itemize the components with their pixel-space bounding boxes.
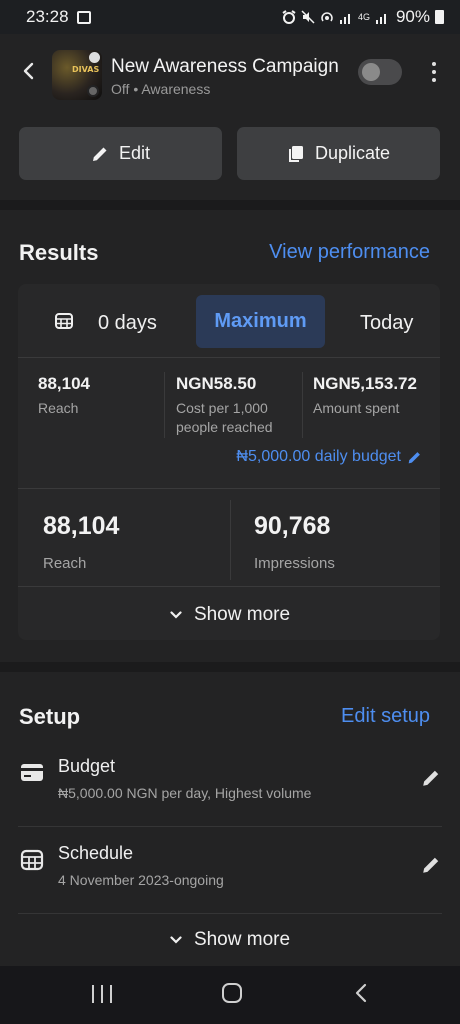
network-type: 4G [357,12,370,22]
divider [18,488,440,489]
edit-button[interactable]: Edit [19,127,222,180]
metric-value: NGN58.50 [176,374,257,393]
home-icon[interactable] [222,983,242,1003]
pencil-icon [408,451,420,463]
status-icons: 4G 90% [282,7,444,27]
daily-budget-link[interactable]: ₦5,000.00 daily budget [236,448,422,466]
separator: • [133,81,139,97]
card-icon [21,764,43,781]
metric-label: Amount spent [313,400,400,416]
campaign-objective: Awareness [141,81,211,97]
recent-apps-icon[interactable] [92,985,112,1003]
setup-item-budget[interactable]: Budget ₦5,000.00 NGN per day, Highest vo… [0,740,460,827]
battery-percent: 90% [395,7,430,26]
toggle-knob [362,63,380,81]
setup-item-schedule[interactable]: Schedule 4 November 2023-ongoing [0,827,460,914]
hotspot-icon [321,12,333,22]
setup-show-more-button[interactable]: Show more [0,929,460,951]
campaign-status: Off [111,81,130,97]
metric-value: 88,104 [38,374,90,393]
campaign-name: New Awareness Campaign [111,56,339,77]
campaign-toggle[interactable] [358,59,402,85]
back-arrow-icon[interactable] [17,59,41,83]
big-metric-label: Reach [43,555,87,572]
metric-value: NGN5,153.72 [313,374,417,393]
divider [18,586,440,587]
big-metric-reach: 88,104 Reach [43,512,119,572]
calendar-icon [20,849,44,871]
divider [230,500,231,580]
setup-item-title: Budget [58,756,116,776]
system-navigation-bar [0,966,460,1024]
date-range-selector: 0 days Maximum Today [18,284,440,358]
setup-section: Setup Edit setup Budget ₦5,000.00 NGN pe… [0,672,460,966]
signal-icon [375,14,386,24]
badge-icon [89,52,100,63]
battery-icon [435,10,444,24]
duplicate-button[interactable]: Duplicate [237,127,440,180]
campaign-thumbnail: DIVAS [52,50,102,100]
status-bar: 23:28 4G 90% [0,0,460,34]
image-notification-icon [76,10,91,24]
big-metric-impressions: 90,768 Impressions [254,512,335,572]
thumbnail-label: DIVAS [72,65,100,74]
campaign-header: DIVAS New Awareness Campaign Off • Aware… [0,34,460,200]
metric-label: Cost per 1,000 people reached [176,400,273,435]
big-metric-value: 88,104 [43,512,120,540]
chevron-down-icon [170,611,182,619]
edit-setup-link[interactable]: Edit setup [341,705,430,728]
view-performance-link[interactable]: View performance [269,241,430,264]
back-icon[interactable] [352,982,370,1004]
campaign-subtitle: Off • Awareness [111,81,210,97]
signal-icon [339,14,350,24]
big-metric-label: Impressions [254,555,335,572]
results-card: 0 days Maximum Today 88,104 Reach NGN58.… [18,284,440,640]
date-option-maximum[interactable]: Maximum [196,295,325,348]
setup-title: Setup [19,704,81,729]
results-show-more-button[interactable]: Show more [0,604,460,626]
big-metric-value: 90,768 [254,512,331,540]
show-more-label: Show more [193,929,291,950]
alarm-icon [282,10,296,24]
setup-item-title: Schedule [58,843,134,863]
metric-label: Reach [38,400,79,416]
mute-icon [301,10,315,24]
daily-budget-label: ₦5,000.00 daily budget [236,448,401,465]
metric-reach: 88,104 Reach [38,374,168,418]
divider [18,913,442,914]
show-more-label: Show more [193,604,291,625]
results-title: Results [19,240,99,265]
setup-item-detail: ₦5,000.00 NGN per day, Highest volume [58,785,312,801]
status-dot-icon [87,85,99,97]
chevron-down-icon [170,936,182,944]
edit-label: Edit [118,143,151,163]
setup-item-detail: 4 November 2023-ongoing [58,872,224,888]
date-option-days[interactable]: 0 days [98,312,157,335]
results-section: Results View performance 0 days Maximum … [0,210,460,662]
clock: 23:28 [26,7,69,26]
divider [164,372,165,438]
pencil-icon[interactable] [421,855,441,875]
date-option-today[interactable]: Today [360,312,413,335]
duplicate-label: Duplicate [314,143,391,163]
pencil-icon[interactable] [421,768,441,788]
more-options-icon[interactable] [422,59,446,85]
metric-cpm: NGN58.50 Cost per 1,000 people reached [176,374,301,437]
calendar-icon[interactable] [55,313,73,329]
pencil-icon [92,147,107,161]
duplicate-icon [288,145,303,162]
metric-amount-spent: NGN5,153.72 Amount spent [313,374,438,418]
divider [302,372,303,438]
